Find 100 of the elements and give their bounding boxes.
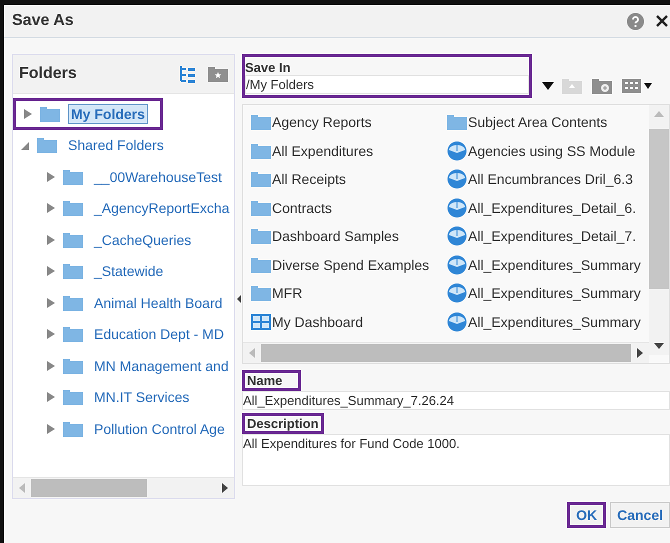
folder-label[interactable]: MN.IT Services xyxy=(91,387,192,408)
collapsed-arrow-icon[interactable] xyxy=(47,172,55,182)
folder-label[interactable]: Animal Health Board xyxy=(91,292,226,313)
folder-icon xyxy=(251,171,271,188)
file-item[interactable]: All_Expenditures_Summary xyxy=(447,308,643,336)
folder-label[interactable]: Pollution Control Age xyxy=(91,418,228,439)
scrollbar-thumb[interactable] xyxy=(31,479,147,497)
analysis-icon xyxy=(447,283,467,304)
scrollbar-thumb[interactable] xyxy=(261,344,631,362)
file-item[interactable]: Contracts xyxy=(251,194,447,222)
description-field[interactable]: All Expenditures for Fund Code 1000. xyxy=(242,434,670,486)
item-label: Agency Reports xyxy=(272,114,372,130)
item-label: All_Expenditures_Summary xyxy=(468,256,641,273)
scroll-right-icon[interactable] xyxy=(637,348,643,358)
view-options-icon[interactable] xyxy=(622,79,652,93)
collapsed-arrow-icon[interactable] xyxy=(47,203,55,214)
item-label: All_Expenditures_Detail_6. xyxy=(468,200,636,216)
dashboard-icon xyxy=(251,314,271,330)
file-item[interactable]: All Expenditures xyxy=(251,136,447,165)
folder-icon xyxy=(447,114,467,130)
new-folder-icon[interactable] xyxy=(592,78,612,94)
analysis-icon xyxy=(447,226,467,246)
folder-icon xyxy=(63,326,83,342)
folder-icon xyxy=(40,106,60,122)
file-item[interactable]: All_Expenditures_Summary xyxy=(447,250,643,279)
item-label: MFR xyxy=(272,285,302,302)
item-label: Dashboard Samples xyxy=(272,228,399,244)
file-item[interactable]: All Receipts xyxy=(251,165,447,194)
folder-label[interactable]: My Folders xyxy=(68,104,148,124)
folder-label[interactable]: Education Dept - MD xyxy=(91,324,227,344)
folder-label[interactable]: MN Management and xyxy=(91,356,232,376)
scroll-right-icon[interactable] xyxy=(222,483,228,493)
folder-icon xyxy=(63,389,83,406)
collapsed-arrow-icon[interactable] xyxy=(47,424,55,434)
item-label: All Expenditures xyxy=(272,142,374,159)
location-field[interactable]: /My Folders xyxy=(245,75,529,94)
file-item[interactable]: Subject Area Contents xyxy=(447,108,643,136)
folder-icon xyxy=(63,420,83,437)
file-item[interactable]: All_Expenditures_Detail_6. xyxy=(447,194,643,222)
window-title: Save As xyxy=(12,12,75,30)
file-item[interactable]: My Dashboard xyxy=(251,308,447,336)
item-label: Subject Area Contents xyxy=(468,114,608,130)
folder-icon xyxy=(63,294,83,311)
analysis-icon xyxy=(447,169,467,190)
analysis-icon xyxy=(447,254,467,275)
file-item[interactable]: All_Expenditures_Detail_7. xyxy=(447,222,643,250)
collapsed-arrow-icon[interactable] xyxy=(47,360,55,371)
help-icon[interactable] xyxy=(627,12,644,30)
folder-label[interactable]: __00WarehouseTest xyxy=(91,166,225,187)
dropdown-arrow-icon[interactable] xyxy=(542,82,554,90)
folder-icon xyxy=(251,228,271,244)
cancel-button[interactable]: Cancel xyxy=(610,502,670,528)
name-field[interactable]: All_Expenditures_Summary_7.26.24 xyxy=(242,391,670,410)
folder-label[interactable]: _Statewide xyxy=(91,261,166,282)
folder-icon xyxy=(251,200,271,216)
analysis-icon xyxy=(447,198,467,218)
file-item[interactable]: Agencies using SS Module xyxy=(447,136,643,165)
item-label: All Encumbrances Dril_6.3 xyxy=(468,171,633,188)
folder-icon xyxy=(63,358,83,374)
collapsed-arrow-icon[interactable] xyxy=(47,392,55,402)
folder-label[interactable]: Shared Folders xyxy=(65,135,167,156)
item-label: Agencies using SS Module xyxy=(468,142,636,159)
favorite-folder-icon[interactable] xyxy=(208,66,228,82)
item-label: All_Expenditures_Summary xyxy=(468,314,641,330)
folder-label[interactable]: _AgencyReportExcha xyxy=(91,198,232,218)
file-item[interactable]: All Encumbrances Dril_6.3 xyxy=(447,165,643,194)
folder-icon xyxy=(251,285,271,302)
item-label: Diverse Spend Examples xyxy=(272,256,430,273)
scroll-down-icon[interactable] xyxy=(654,343,664,349)
file-item[interactable]: All_Expenditures_Summary xyxy=(447,279,643,308)
expanded-arrow-icon[interactable] xyxy=(21,140,29,150)
analysis-icon xyxy=(447,312,467,332)
analysis-icon xyxy=(447,140,467,161)
scrollbar-thumb[interactable] xyxy=(649,129,669,289)
folder-icon xyxy=(63,200,83,216)
ok-button[interactable]: OK xyxy=(567,502,606,528)
folder-icon xyxy=(251,256,271,273)
item-label: All_Expenditures_Detail_7. xyxy=(468,228,636,244)
folder-icon xyxy=(63,263,83,280)
tree-view-icon[interactable] xyxy=(178,65,196,83)
folder-icon xyxy=(37,137,57,154)
collapsed-arrow-icon[interactable] xyxy=(24,108,32,119)
collapsed-arrow-icon[interactable] xyxy=(47,266,55,276)
field-label: Save In xyxy=(245,60,291,75)
field-label: Description xyxy=(242,413,324,434)
close-icon[interactable] xyxy=(656,15,668,27)
folder-icon xyxy=(251,114,271,130)
item-label: Contracts xyxy=(272,200,332,216)
field-label: Name xyxy=(242,370,302,391)
file-item[interactable]: MFR xyxy=(251,279,447,308)
collapsed-arrow-icon[interactable] xyxy=(47,329,55,340)
file-item[interactable]: Agency Reports xyxy=(251,108,447,136)
folder-icon xyxy=(251,142,271,159)
collapsed-arrow-icon[interactable] xyxy=(47,234,55,245)
folder-label[interactable]: _CacheQueries xyxy=(91,230,194,250)
file-item[interactable]: Diverse Spend Examples xyxy=(251,250,447,279)
folder-icon xyxy=(63,232,83,248)
collapsed-arrow-icon[interactable] xyxy=(47,298,55,308)
file-item[interactable]: Dashboard Samples xyxy=(251,222,447,250)
highlighted-tree-item[interactable]: My Folders xyxy=(13,98,163,130)
